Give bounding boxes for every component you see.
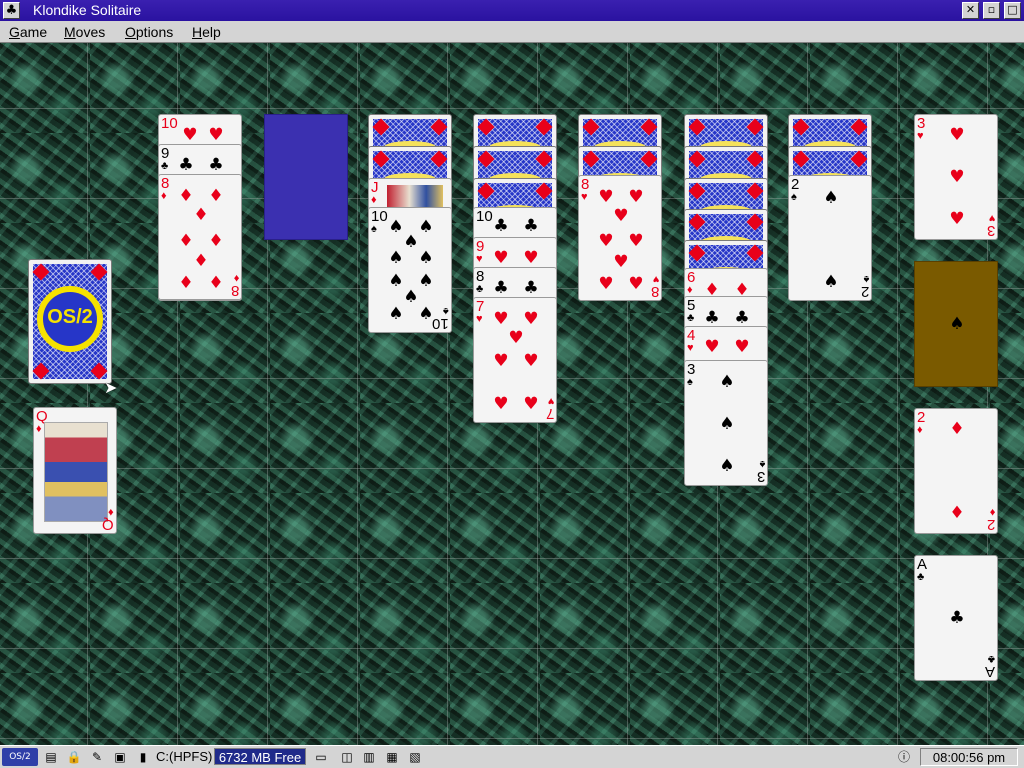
folder-stack-icon[interactable]: ◫	[338, 749, 356, 765]
drive-icon[interactable]: ▮	[134, 749, 152, 765]
heart-pip-icon: ♥	[182, 125, 198, 145]
waste-pile[interactable]: Q ♦ Q ♦	[33, 407, 117, 534]
stock-pile[interactable]: OS/2	[28, 259, 112, 384]
tableau-empty-slot[interactable]	[264, 114, 348, 240]
heart-pip-icon: ♥	[208, 125, 224, 145]
card-7-hearts[interactable]: 7 ♥ ♥ ♥ ♥ ♥ ♥ ♥ ♥ 7 ♥	[473, 297, 557, 423]
queen-face-illustration	[44, 422, 108, 522]
spade-placeholder-icon: ♠	[949, 314, 965, 334]
jack-face-illustration	[387, 185, 443, 207]
lock-icon[interactable]: 🔒	[65, 749, 83, 765]
menu-options[interactable]: Options	[125, 24, 173, 40]
card-8-hearts[interactable]: 8 ♥ ♥ ♥ ♥ ♥ ♥ ♥ ♥ ♥ 8 ♥	[578, 175, 662, 301]
menu-game[interactable]: Game	[9, 24, 47, 40]
taskbar: OS/2 ▤ 🔒 ✎ ▣ ▮ C:(HPFS) 6732 MB Free ▭ ◫…	[0, 745, 1024, 768]
card-2-spades[interactable]: 2 ♠ ♠ ♠ 2 ♠	[788, 175, 872, 301]
system-menu-icon[interactable]: ♣	[3, 2, 20, 19]
foundation-diamonds[interactable]: 2 ♦ ♦ ♦ 2 ♦	[914, 408, 998, 534]
tray-info-icon[interactable]: ⓘ	[895, 749, 913, 765]
os2-logo-text: OS/2	[47, 306, 93, 328]
restore-window-icon[interactable]: ▫	[983, 2, 1000, 19]
system-clock: 08:00:56 pm	[920, 748, 1018, 766]
shredder-icon[interactable]: ▦	[383, 749, 401, 765]
pen-tool-icon[interactable]: ✎	[88, 749, 106, 765]
foundation-hearts[interactable]: 3 ♥ ♥ ♥ ♥ 3 ♥	[914, 114, 998, 240]
card-3-spades[interactable]: 3 ♠ ♠ ♠ ♠ 3 ♠	[684, 360, 768, 486]
window-title: Klondike Solitaire	[33, 2, 142, 18]
network-icon[interactable]: ▭	[312, 749, 330, 765]
game-table: 10 ♥ ♥ 9 ♣ ♣ ♣ 8 ♦ ♦ ♦ ♦ ♦ ♦ ♦ ♦ ♦ 8 ♦ J ♦ 1…	[0, 43, 1024, 745]
menu-help[interactable]: Help	[192, 24, 221, 40]
hide-window-icon[interactable]: ✕	[962, 2, 979, 19]
menu-bar: Game Moves Options Help	[0, 21, 1024, 43]
menu-moves[interactable]: Moves	[64, 24, 105, 40]
foundation-spades-empty[interactable]: ♠	[914, 261, 998, 387]
foundation-clubs[interactable]: A ♣ ♣ A ♣	[914, 555, 998, 681]
os2-warp-button-icon[interactable]: OS/2	[2, 748, 38, 766]
drive-label: C:(HPFS)	[156, 749, 213, 764]
card-10-spades[interactable]: 10 ♠ ♠ ♠ ♠ ♠ ♠ ♠ ♠ ♠ ♠ ♠ 10 ♠	[368, 207, 452, 333]
disk-free-indicator: 6732 MB Free	[214, 748, 306, 765]
mouse-pointer-icon: ➤	[104, 378, 118, 397]
title-bar[interactable]: ♣ Klondike Solitaire ✕ ▫ □	[0, 0, 1024, 21]
window-list-icon[interactable]: ▤	[42, 749, 60, 765]
printer-icon[interactable]: ▧	[406, 749, 424, 765]
system-monitor-icon[interactable]: ▣	[111, 749, 129, 765]
documents-icon[interactable]: ▥	[360, 749, 378, 765]
maximize-window-icon[interactable]: □	[1004, 2, 1021, 19]
waste-card-8-diamonds[interactable]: 8 ♦ ♦ ♦ ♦ ♦ ♦ ♦ ♦ ♦ 8 ♦	[158, 174, 242, 300]
